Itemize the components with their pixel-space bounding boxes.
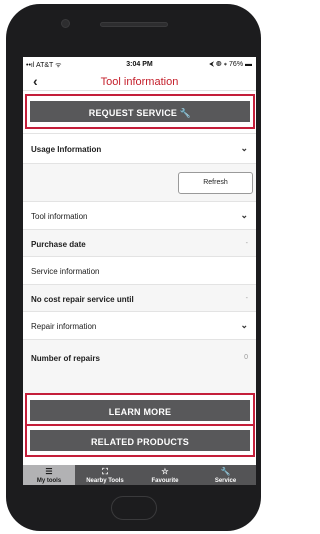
status-bar: ••ıl AT&T ᯤ 3:04 PM ⮜ ◍ ∗ 76% ▬: [23, 57, 256, 71]
chevron-down-icon: ⌄: [240, 210, 248, 220]
no-cost-repair-row: No cost repair service until -: [23, 284, 256, 311]
tab-label: Favourite: [151, 478, 179, 484]
number-of-repairs-value: 0: [244, 354, 248, 361]
purchase-date-value: -: [245, 240, 248, 247]
usage-information-row[interactable]: Usage Information ⌄: [23, 133, 256, 163]
locate-icon: ⛶: [102, 467, 108, 476]
request-service-highlight: REQUEST SERVICE 🔧: [25, 94, 255, 129]
number-of-repairs-row: Number of repairs 0: [23, 339, 256, 393]
purchase-date-row: Purchase date -: [23, 229, 256, 256]
home-button[interactable]: [111, 496, 157, 520]
earpiece-speaker: [100, 22, 168, 27]
tab-service[interactable]: 🔧 Service: [195, 465, 256, 485]
learn-more-highlight: LEARN MORE: [25, 393, 255, 428]
star-icon: ☆: [161, 467, 169, 476]
list-icon: ☰: [45, 467, 53, 476]
phone-frame: ••ıl AT&T ᯤ 3:04 PM ⮜ ◍ ∗ 76% ▬ ‹ Tool i…: [6, 4, 261, 531]
usage-information-label: Usage Information: [31, 145, 102, 154]
page-title: Tool information: [100, 76, 179, 88]
tab-label: Nearby Tools: [86, 478, 124, 484]
purchase-date-label: Purchase date: [31, 240, 86, 249]
navigation-bar: ‹ Tool information: [23, 71, 256, 91]
refresh-button[interactable]: Refresh: [178, 172, 253, 194]
service-information-row[interactable]: Service information: [23, 256, 256, 284]
tab-favourite[interactable]: ☆ Favourite: [135, 465, 195, 485]
repair-information-row[interactable]: Repair information ⌄: [23, 311, 256, 339]
front-camera: [61, 19, 70, 28]
wrench-icon: 🔧: [220, 467, 231, 476]
tool-information-label: Tool information: [31, 212, 88, 221]
repair-information-label: Repair information: [31, 322, 97, 331]
tab-bar: ☰ My tools ⛶ Nearby Tools ☆ Favourite 🔧 …: [23, 465, 256, 485]
related-products-button[interactable]: RELATED PRODUCTS: [30, 430, 250, 451]
chevron-down-icon: ⌄: [240, 143, 248, 153]
tab-label: Service: [214, 478, 237, 484]
no-cost-repair-label: No cost repair service until: [31, 295, 134, 304]
chevron-down-icon: ⌄: [240, 320, 248, 330]
tool-information-row[interactable]: Tool information ⌄: [23, 201, 256, 229]
related-products-highlight: RELATED PRODUCTS: [25, 424, 255, 457]
battery-status: ⮜ ◍ ∗ 76% ▬: [209, 61, 252, 68]
tab-nearby-tools[interactable]: ⛶ Nearby Tools: [75, 465, 135, 485]
service-information-label: Service information: [31, 267, 100, 276]
tab-label: My tools: [36, 478, 62, 484]
tab-my-tools[interactable]: ☰ My tools: [23, 465, 75, 485]
learn-more-button[interactable]: LEARN MORE: [30, 400, 250, 421]
no-cost-repair-value: -: [245, 295, 248, 302]
request-service-button[interactable]: REQUEST SERVICE 🔧: [30, 101, 250, 122]
number-of-repairs-label: Number of repairs: [31, 354, 100, 363]
app-screen: ••ıl AT&T ᯤ 3:04 PM ⮜ ◍ ∗ 76% ▬ ‹ Tool i…: [23, 57, 256, 485]
